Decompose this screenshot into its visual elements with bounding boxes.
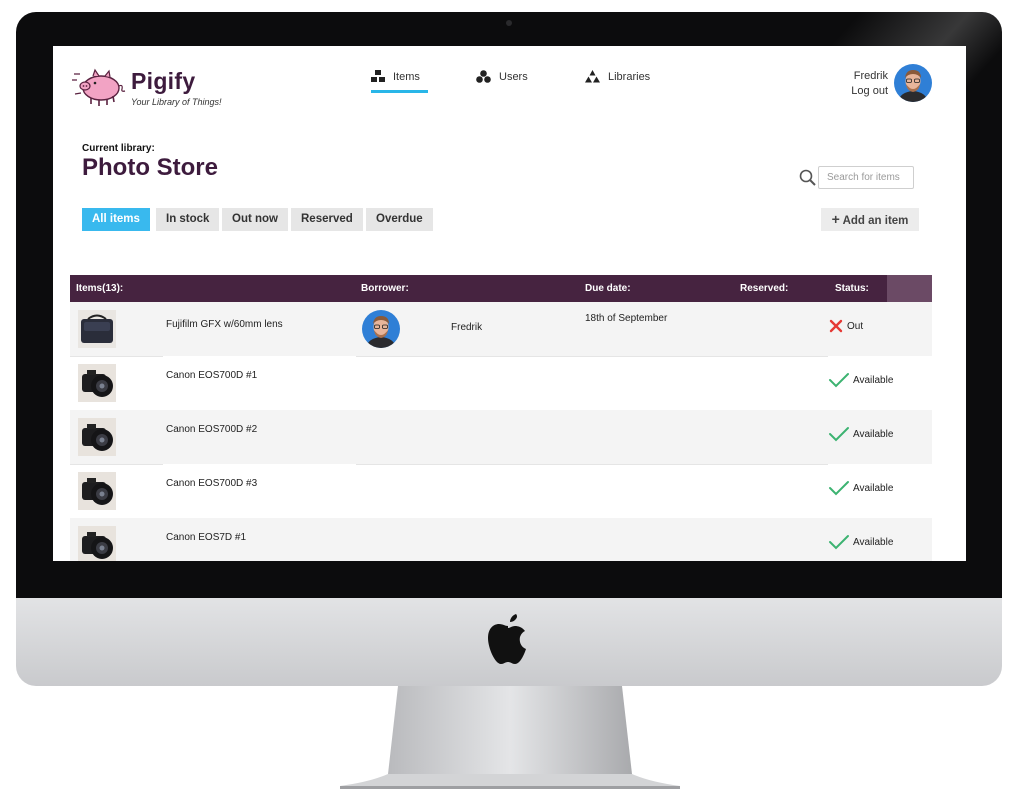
- table-row[interactable]: Canon EOS700D #2 Available: [70, 410, 932, 464]
- header-items[interactable]: Items(13):: [76, 283, 123, 294]
- pig-logo-icon[interactable]: [71, 64, 127, 110]
- libraries-icon: [585, 70, 600, 83]
- filter-reserved[interactable]: Reserved: [291, 208, 363, 231]
- cross-icon: [829, 319, 843, 333]
- check-icon: [829, 373, 849, 388]
- check-icon: [829, 427, 849, 442]
- status-available: Available: [828, 480, 893, 496]
- search-input[interactable]: [818, 166, 914, 189]
- brand-tagline: Your Library of Things!: [131, 97, 222, 107]
- status-available: Available: [828, 534, 893, 550]
- search-icon[interactable]: [798, 168, 818, 188]
- filter-overdue[interactable]: Overdue: [366, 208, 433, 231]
- header-borrower[interactable]: Borrower:: [361, 283, 409, 294]
- status-label: Available: [853, 536, 894, 548]
- user-name[interactable]: Fredrik: [854, 70, 888, 82]
- check-icon: [829, 535, 849, 550]
- app-screen: Pigify Your Library of Things! Items Use…: [53, 46, 966, 561]
- item-name[interactable]: Canon EOS7D #1: [166, 532, 246, 543]
- camera-thumbnail: [78, 418, 116, 456]
- item-name[interactable]: Canon EOS700D #3: [166, 478, 257, 489]
- camera-thumbnail: [78, 526, 116, 561]
- due-date: 18th of September: [585, 313, 668, 324]
- check-icon: [829, 481, 849, 496]
- nav-libraries-label: Libraries: [608, 70, 651, 83]
- table-row[interactable]: Canon EOS700D #3 Available: [70, 464, 932, 518]
- header-reserved[interactable]: Reserved:: [740, 283, 788, 294]
- app-header: Pigify Your Library of Things! Items Use…: [53, 46, 966, 126]
- table-header: Items(13): Borrower: Due date: Reserved:…: [70, 275, 932, 302]
- filter-out-now[interactable]: Out now: [222, 208, 288, 231]
- users-icon: [476, 70, 491, 83]
- nav-users[interactable]: Users: [476, 70, 528, 83]
- camera-dot: [506, 20, 512, 26]
- items-icon: [371, 70, 385, 82]
- status-label: Available: [853, 374, 894, 386]
- user-avatar[interactable]: [894, 64, 932, 102]
- header-status[interactable]: Status:: [835, 283, 869, 294]
- header-due-date[interactable]: Due date:: [585, 283, 631, 294]
- nav-items[interactable]: Items: [371, 70, 420, 83]
- status-out: Out: [828, 318, 863, 334]
- item-name[interactable]: Canon EOS700D #1: [166, 370, 257, 381]
- status-label: Available: [853, 428, 894, 440]
- camera-thumbnail: [78, 364, 116, 402]
- logout-link[interactable]: Log out: [851, 85, 888, 97]
- filter-all-items[interactable]: All items: [82, 208, 150, 231]
- status-available: Available: [828, 372, 893, 388]
- add-item-button[interactable]: + Add an item: [821, 208, 919, 231]
- add-item-label: Add an item: [842, 215, 909, 227]
- nav-items-label: Items: [393, 70, 420, 83]
- table-row[interactable]: Canon EOS700D #1 Available: [70, 356, 932, 410]
- brand-name[interactable]: Pigify: [131, 68, 195, 95]
- current-library-label: Current library:: [82, 143, 155, 154]
- table-row[interactable]: Canon EOS7D #1 Available: [70, 518, 932, 561]
- item-name[interactable]: Fujifilm GFX w/60mm lens: [166, 319, 283, 330]
- item-name[interactable]: Canon EOS700D #2: [166, 424, 257, 435]
- apple-logo-icon: [488, 614, 526, 664]
- camera-bag-thumbnail: [78, 310, 116, 348]
- nav-active-indicator: [371, 90, 428, 93]
- status-available: Available: [828, 426, 893, 442]
- camera-thumbnail: [78, 472, 116, 510]
- nav-libraries[interactable]: Libraries: [585, 70, 650, 83]
- nav-users-label: Users: [499, 70, 528, 83]
- borrower-name[interactable]: Fredrik: [451, 322, 482, 333]
- table-header-end: [887, 275, 932, 302]
- borrower-avatar[interactable]: [362, 310, 400, 348]
- filter-in-stock[interactable]: In stock: [156, 208, 220, 231]
- library-title: Photo Store: [82, 154, 218, 181]
- status-label: Available: [853, 482, 894, 494]
- plus-icon: +: [831, 211, 840, 227]
- status-label: Out: [847, 320, 864, 332]
- monitor-stand: [340, 686, 680, 789]
- table-row[interactable]: Fujifilm GFX w/60mm lens Fredrik 18th of…: [70, 302, 932, 356]
